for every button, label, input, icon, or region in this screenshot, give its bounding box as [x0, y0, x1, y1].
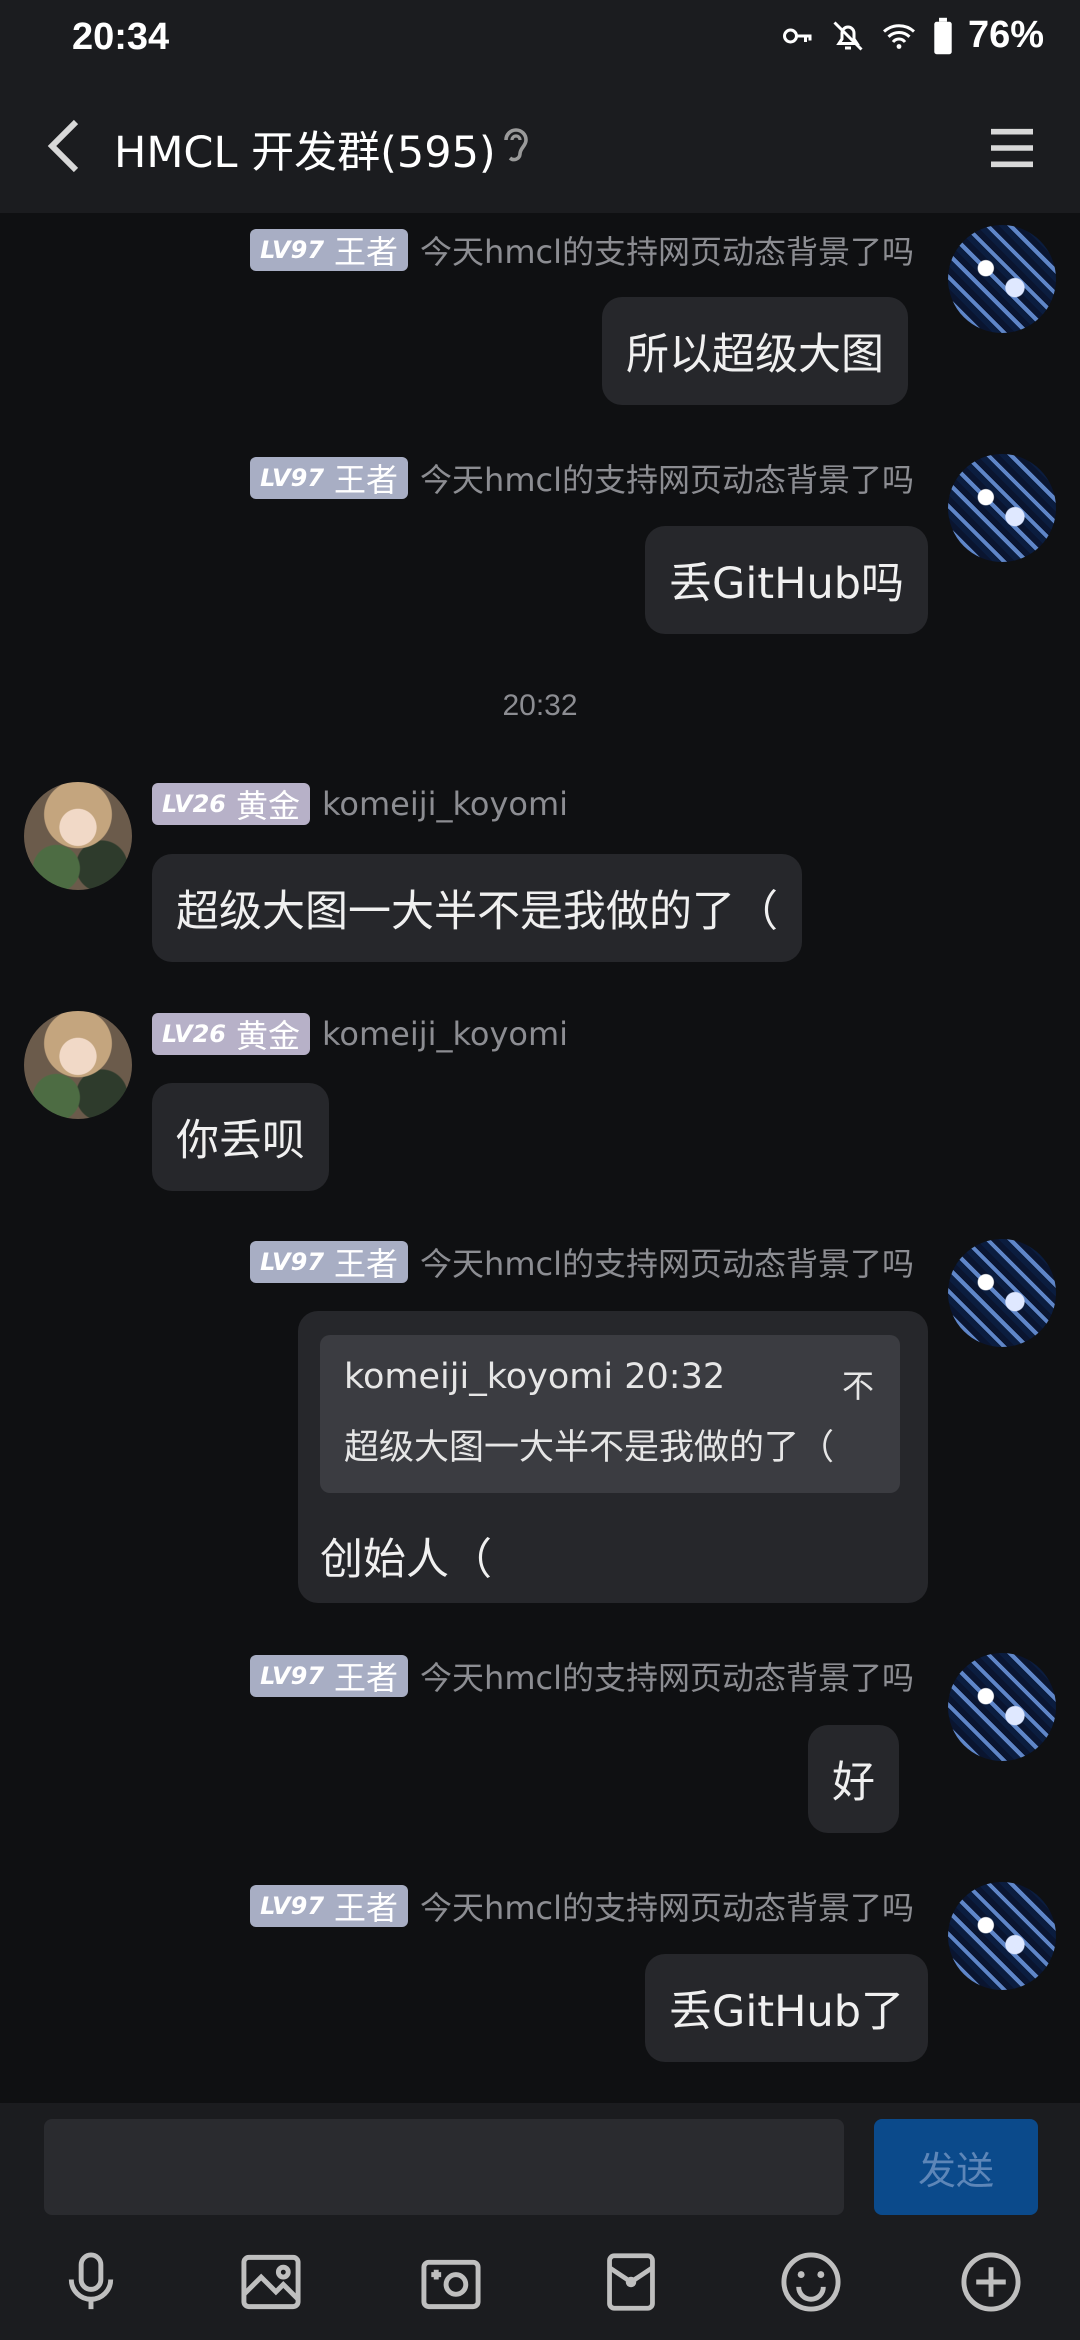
avatar[interactable] — [948, 454, 1056, 562]
camera-icon[interactable] — [416, 2247, 486, 2317]
bell-off-icon — [833, 20, 863, 51]
reply-text: 创始人（ — [320, 1535, 492, 1585]
status-time: 20:34 — [72, 16, 170, 58]
avatar[interactable] — [24, 782, 132, 890]
quote-indicator-icon: 不 — [841, 1367, 874, 1405]
microphone-icon[interactable] — [56, 2247, 126, 2317]
red-packet-icon[interactable] — [596, 2247, 666, 2317]
sender-name: 今天hmcl的支持网页动态背景了吗 — [420, 1659, 914, 1697]
message-bubble[interactable]: 你丢呗 — [152, 1083, 329, 1191]
chat-title[interactable]: HMCL 开发群(595) — [114, 118, 496, 180]
sender-name: 今天hmcl的支持网页动态背景了吗 — [420, 233, 914, 271]
avatar[interactable] — [948, 1239, 1056, 1347]
sender-meta: LV97 王者 今天hmcl的支持网页动态背景了吗 — [250, 455, 914, 501]
send-button[interactable]: 发送 — [874, 2119, 1038, 2215]
sender-name: 今天hmcl的支持网页动态背景了吗 — [420, 461, 914, 499]
sender-meta: LV97 王者 今天hmcl的支持网页动态背景了吗 — [250, 227, 914, 273]
message-bubble[interactable]: 超级大图一大半不是我做的了（ — [152, 854, 802, 962]
avatar[interactable] — [24, 1011, 132, 1119]
wifi-icon — [882, 23, 915, 49]
sender-name: 今天hmcl的支持网页动态背景了吗 — [420, 1245, 914, 1283]
level-badge: LV97 王者 — [250, 229, 409, 271]
sender-name: 今天hmcl的支持网页动态背景了吗 — [420, 1889, 914, 1927]
sender-meta: LV97 王者 今天hmcl的支持网页动态背景了吗 — [250, 1239, 914, 1285]
quoted-header: komeiji_koyomi 20:32 — [344, 1357, 726, 1397]
back-button[interactable] — [34, 116, 94, 176]
sender-name: komeiji_koyomi — [321, 1015, 569, 1053]
avatar[interactable] — [948, 1653, 1056, 1761]
message-bubble[interactable]: 丢GitHub吗 — [645, 526, 929, 634]
status-bar: 20:34 76% — [0, 0, 1080, 80]
battery-icon — [934, 17, 952, 54]
message-bubble[interactable]: 丢GitHub了 — [645, 1954, 929, 2062]
image-icon[interactable] — [236, 2247, 306, 2317]
timestamp: 20:32 — [502, 689, 578, 722]
message-list[interactable]: LV97 王者 今天hmcl的支持网页动态背景了吗 所以超级大图 LV97 王者 今… — [0, 213, 1080, 2103]
level-badge: LV97 王者 — [250, 457, 409, 499]
level-badge: LV26 黄金 — [152, 1013, 310, 1055]
sender-meta: LV97 王者 今天hmcl的支持网页动态背景了吗 — [250, 1653, 914, 1699]
quoted-message[interactable]: komeiji_koyomi 20:32 不 超级大图一大半不是我做的了（ — [320, 1335, 900, 1493]
ear-icon[interactable] — [500, 124, 532, 172]
level-badge: LV97 王者 — [250, 1241, 409, 1283]
chevron-left-icon — [47, 119, 79, 173]
avatar[interactable] — [948, 225, 1056, 333]
avatar[interactable] — [948, 1882, 1056, 1990]
message-bubble[interactable]: 好 — [808, 1725, 899, 1833]
quoted-text: 超级大图一大半不是我做的了（ — [344, 1428, 835, 1468]
level-badge: LV97 王者 — [250, 1655, 409, 1697]
chat-header: HMCL 开发群(595) — [0, 80, 1080, 213]
message-bubble[interactable]: 所以超级大图 — [602, 297, 908, 405]
reply-message-bubble[interactable]: komeiji_koyomi 20:32 不 超级大图一大半不是我做的了（ 创始… — [298, 1311, 928, 1603]
battery-percentage: 76% — [967, 14, 1044, 56]
input-toolbar — [0, 2223, 1080, 2340]
vpn-key-icon — [782, 28, 812, 43]
message-input[interactable] — [44, 2119, 844, 2215]
sender-meta: LV26 黄金 komeiji_koyomi — [152, 1013, 568, 1055]
level-badge: LV26 黄金 — [152, 783, 310, 825]
level-badge: LV97 王者 — [250, 1885, 409, 1927]
sender-name: komeiji_koyomi — [321, 785, 569, 823]
sender-meta: LV26 黄金 komeiji_koyomi — [152, 783, 568, 825]
hamburger-menu-icon[interactable] — [984, 120, 1040, 176]
input-bar: 发送 — [0, 2103, 1080, 2223]
emoji-icon[interactable] — [776, 2247, 846, 2317]
status-icons: 76% — [780, 14, 1044, 57]
sender-meta: LV97 王者 今天hmcl的支持网页动态背景了吗 — [250, 1883, 914, 1929]
plus-circle-icon[interactable] — [956, 2247, 1026, 2317]
